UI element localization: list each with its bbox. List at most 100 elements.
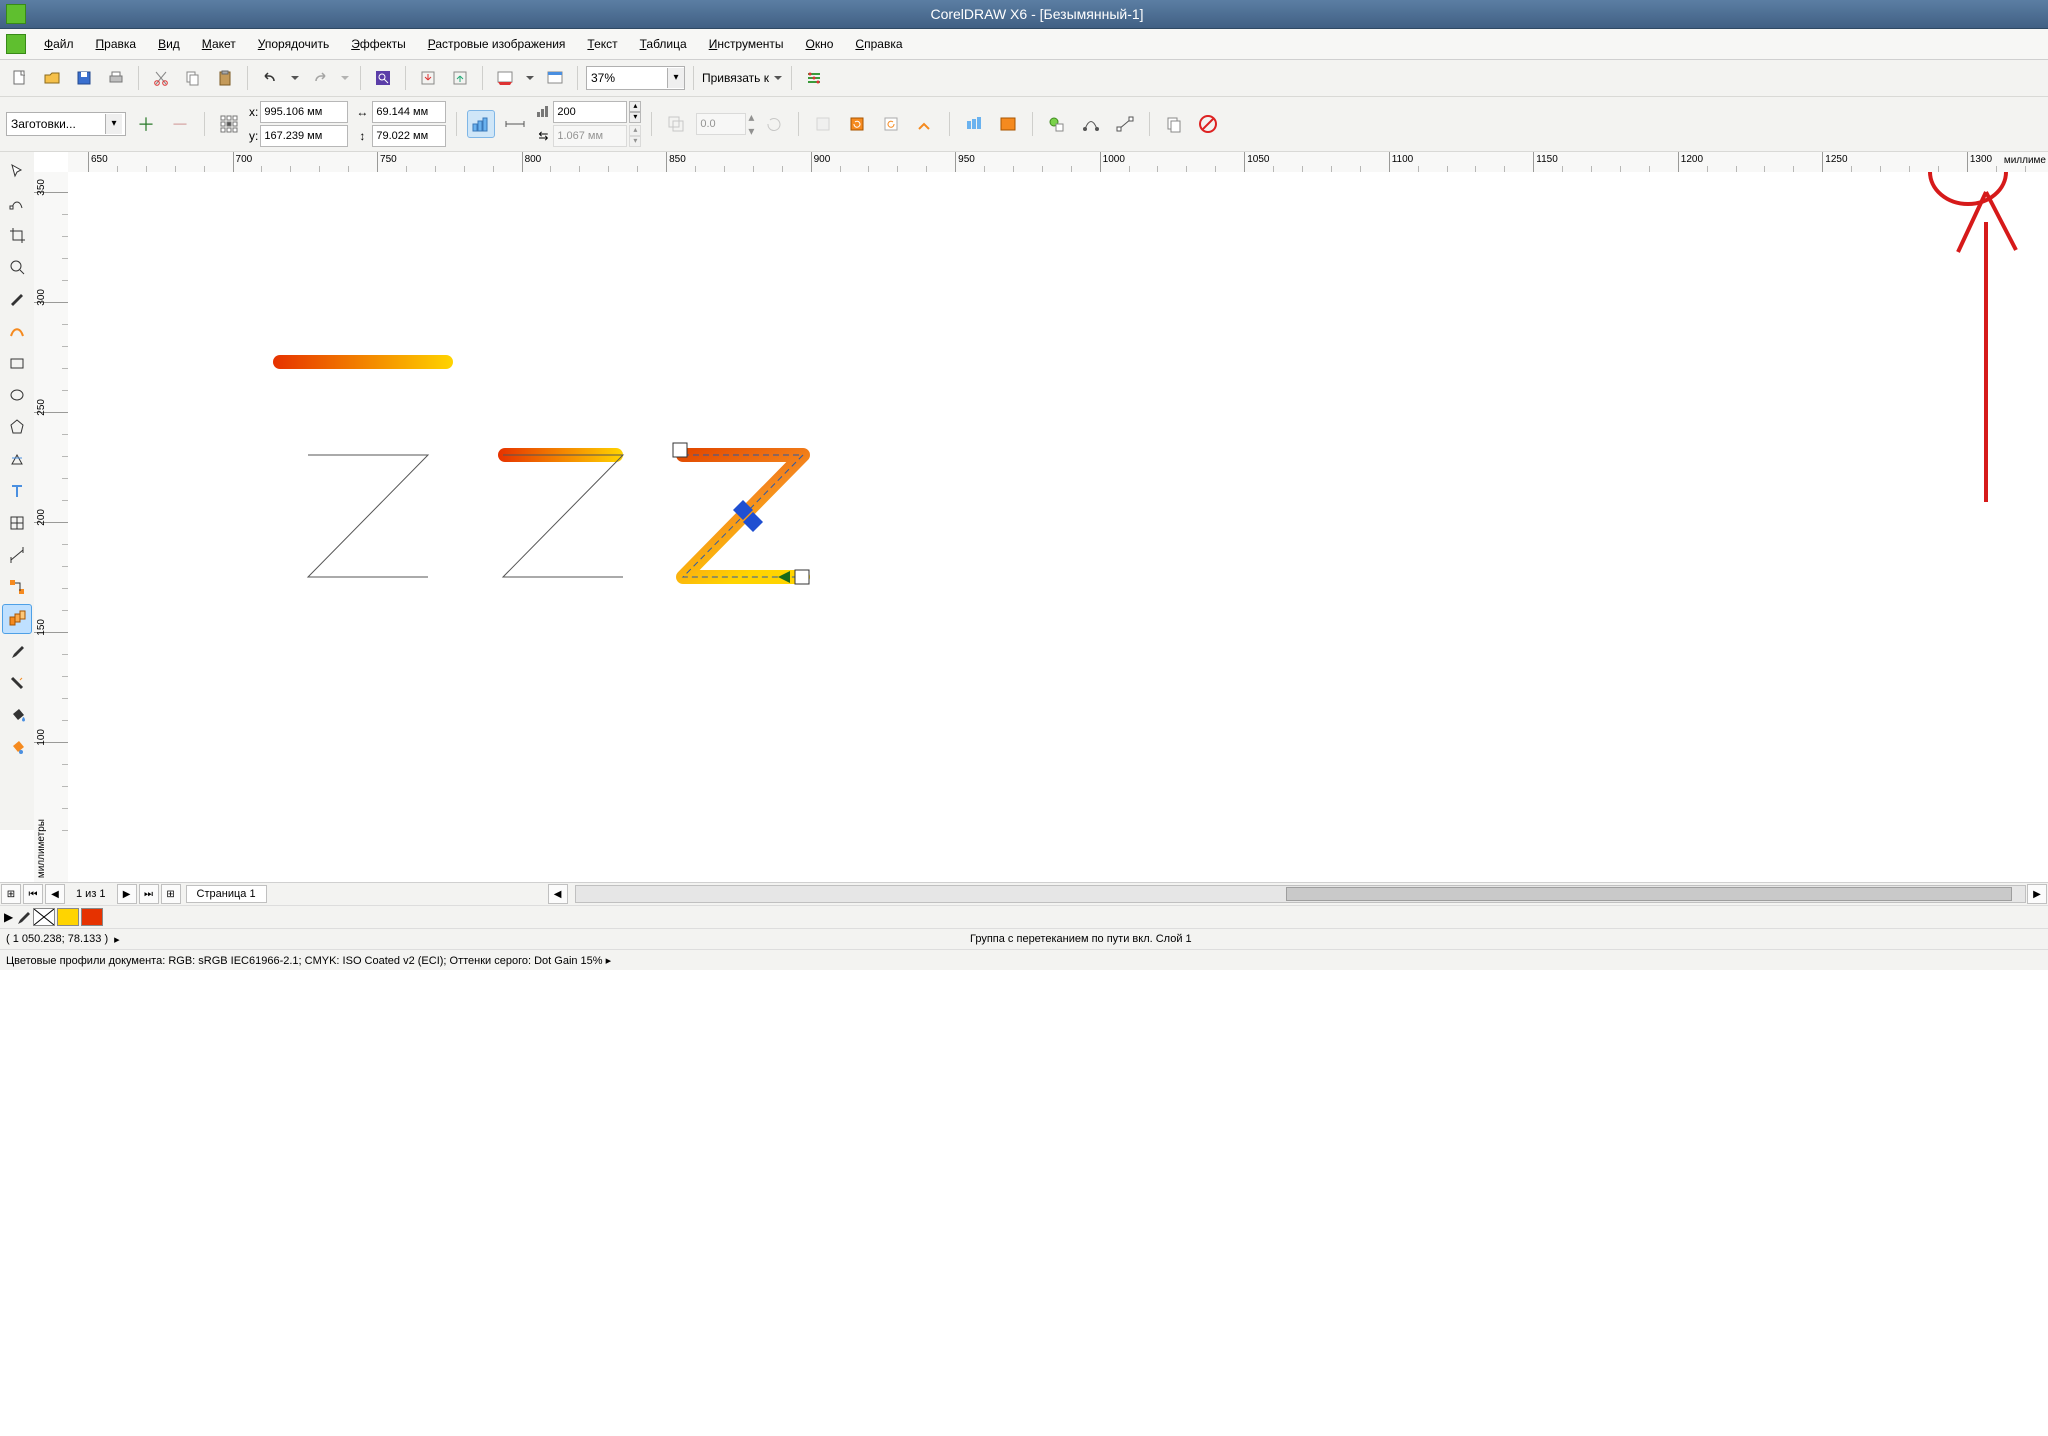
palette-nav-left[interactable]: ▶ [4,910,13,924]
first-page-button[interactable]: ⏮ [23,884,43,904]
height-field[interactable] [372,125,446,147]
text-tool[interactable] [2,476,32,506]
freehand-tool[interactable] [2,284,32,314]
copy-button[interactable] [179,64,207,92]
menu-edit[interactable]: Правка [86,34,147,54]
zoom-tool[interactable] [2,252,32,282]
eyedropper-tool[interactable] [2,636,32,666]
offset-field[interactable] [553,125,627,147]
table-tool[interactable] [2,508,32,538]
blend-direct-color-button[interactable] [809,110,837,138]
blend-cw-color-button[interactable] [843,110,871,138]
page-tab-1[interactable]: Страница 1 [186,885,267,903]
connector-tool[interactable] [2,572,32,602]
menu-text[interactable]: Текст [577,34,627,54]
export-button[interactable] [446,64,474,92]
blend-more-button[interactable] [1043,110,1071,138]
offset-up[interactable]: ▴ [629,125,641,136]
zoom-input[interactable] [587,67,667,89]
start-end-button[interactable] [1111,110,1139,138]
presets-input[interactable] [7,113,105,135]
accel-fills-button[interactable] [994,110,1022,138]
rectangle-tool[interactable] [2,348,32,378]
blend-direct-button[interactable] [467,110,495,138]
fullscreen-button[interactable] [541,64,569,92]
redo-button[interactable] [306,64,334,92]
last-page-button[interactable]: ⏭ [139,884,159,904]
snap-to-combo[interactable]: Привязать к [702,71,783,85]
offset-down[interactable]: ▾ [629,136,641,147]
dimension-tool[interactable] [2,540,32,570]
copy-blend-button[interactable] [1160,110,1188,138]
import-button[interactable] [414,64,442,92]
prev-page-button[interactable]: ◀ [45,884,65,904]
zoom-combo[interactable]: ▾ [586,66,685,90]
object-origin-button[interactable] [215,110,243,138]
blend-rotate-button[interactable] [662,110,690,138]
menu-bitmaps[interactable]: Растровые изображения [418,34,576,54]
publish-drop[interactable] [523,64,537,92]
swatch-red[interactable] [81,908,103,926]
canvas[interactable] [68,172,2048,882]
pick-tool[interactable] [2,156,32,186]
swatch-yellow[interactable] [57,908,79,926]
next-page-button[interactable]: ▶ [117,884,137,904]
chevron-down-icon[interactable]: ▾ [105,114,122,134]
preset-add-button[interactable]: ＋ [132,110,160,138]
hscroll-right[interactable]: ▶ [2027,884,2047,904]
smart-fill-tool[interactable] [2,316,32,346]
no-color-swatch[interactable] [33,908,55,926]
undo-drop[interactable] [288,64,302,92]
open-button[interactable] [38,64,66,92]
menu-effects[interactable]: Эффекты [341,34,416,54]
polygon-tool[interactable] [2,412,32,442]
steps-down[interactable]: ▾ [629,112,641,123]
accel-objects-button[interactable] [960,110,988,138]
steps-up[interactable]: ▴ [629,101,641,112]
loop-blend-button[interactable] [760,110,788,138]
preset-remove-button[interactable]: － [166,110,194,138]
shape-tool[interactable] [2,188,32,218]
cut-button[interactable] [147,64,175,92]
menu-view[interactable]: Вид [148,34,190,54]
blend-spacing-button[interactable] [501,110,529,138]
paste-button[interactable] [211,64,239,92]
ellipse-tool[interactable] [2,380,32,410]
object-accel-button[interactable] [911,110,939,138]
new-button[interactable] [6,64,34,92]
menu-tools[interactable]: Инструменты [699,34,794,54]
x-field[interactable] [260,101,348,123]
rotate-field[interactable] [696,113,746,135]
undo-button[interactable] [256,64,284,92]
blend-tool[interactable] [2,604,32,634]
menu-table[interactable]: Таблица [630,34,697,54]
save-button[interactable] [70,64,98,92]
publish-pdf-button[interactable] [491,64,519,92]
menu-window[interactable]: Окно [796,34,844,54]
ruler-horizontal[interactable]: 6507007508008509009501000105011001150120… [68,152,2048,173]
clear-blend-button[interactable] [1194,110,1222,138]
chevron-down-icon[interactable]: ▾ [667,68,684,88]
outline-tool[interactable] [2,668,32,698]
menu-layout[interactable]: Макет [192,34,246,54]
add-page-after-button[interactable]: ⊞ [161,884,181,904]
y-field[interactable] [260,125,348,147]
menu-arrange[interactable]: Упорядочить [248,34,339,54]
interactive-fill-tool[interactable] [2,732,32,762]
options-button[interactable] [800,64,828,92]
steps-field[interactable] [553,101,627,123]
eyedropper-icon[interactable] [15,909,31,925]
fill-tool[interactable] [2,700,32,730]
basic-shapes-tool[interactable] [2,444,32,474]
print-button[interactable] [102,64,130,92]
blend-ccw-color-button[interactable] [877,110,905,138]
hscroll-left[interactable]: ◀ [548,884,568,904]
add-page-before-button[interactable]: ⊞ [1,884,21,904]
path-properties-button[interactable] [1077,110,1105,138]
menu-help[interactable]: Справка [845,34,912,54]
search-content-button[interactable] [369,64,397,92]
redo-drop[interactable] [338,64,352,92]
crop-tool[interactable] [2,220,32,250]
presets-combo[interactable]: ▾ [6,112,126,136]
ruler-vertical[interactable]: миллиметры 350300250200150100 [34,172,69,882]
